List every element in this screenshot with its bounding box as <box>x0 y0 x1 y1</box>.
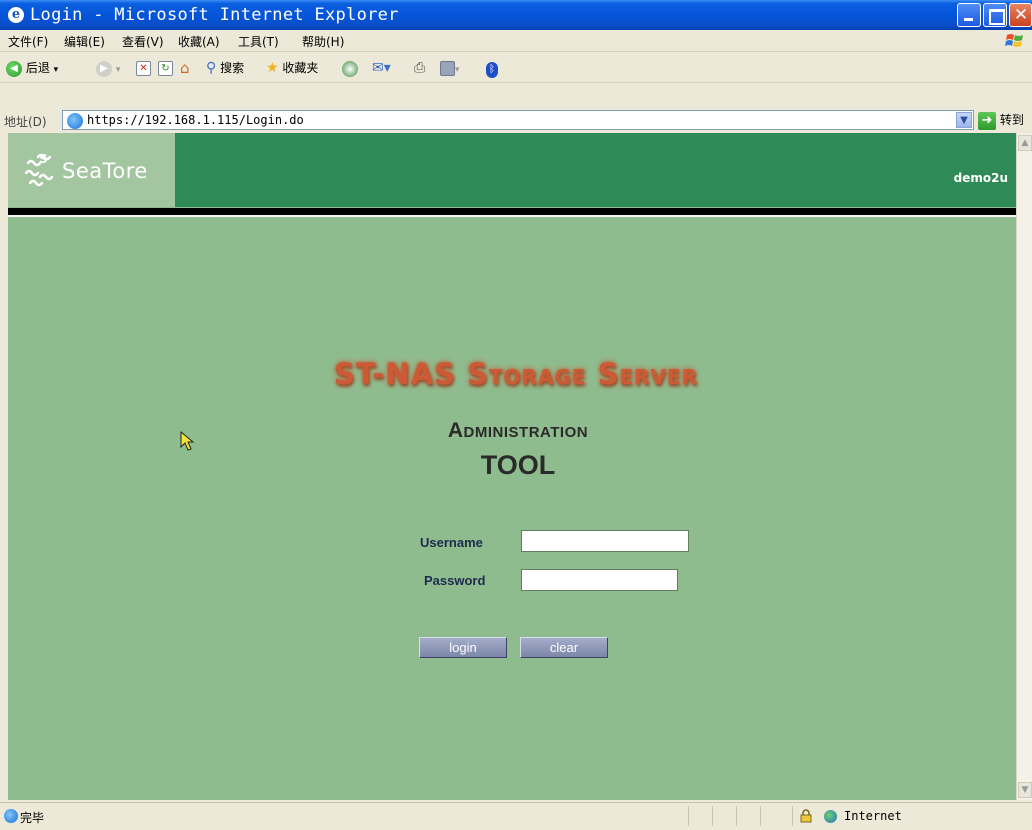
clear-button[interactable]: clear <box>520 637 608 658</box>
forward-dropdown-icon[interactable]: ▾ <box>116 65 121 75</box>
password-input[interactable] <box>521 569 678 591</box>
seatore-logo-icon: S <box>24 152 54 187</box>
password-label: Password <box>424 573 486 588</box>
status-divider <box>736 806 737 826</box>
logo-area: S SeaTore <box>8 133 175 207</box>
internet-zone-icon <box>824 810 837 823</box>
username-input[interactable] <box>521 530 689 552</box>
search-icon: ⚲ <box>206 60 217 76</box>
back-button[interactable]: ◀ 后退 ▾ <box>6 59 58 77</box>
address-label: 地址(D) <box>4 115 47 129</box>
search-button[interactable]: ⚲ 搜索 <box>206 59 244 77</box>
favorites-label: 收藏夹 <box>282 61 319 75</box>
address-url: https://192.168.1.115/Login.do <box>87 113 304 127</box>
menu-tools[interactable]: 工具(T) <box>238 33 279 50</box>
close-button[interactable]: ✕ <box>1009 3 1032 27</box>
home-button[interactable]: ⌂ <box>180 59 190 77</box>
print-icon: ⎙ <box>414 60 426 76</box>
windows-logo-icon <box>1005 34 1023 47</box>
back-dropdown-icon[interactable]: ▾ <box>54 65 59 75</box>
status-divider <box>760 806 761 826</box>
menu-bar: 文件(F) 编辑(E) 查看(V) 收藏(A) 工具(T) 帮助(H) <box>0 30 1032 52</box>
go-button[interactable]: ➜ 转到 <box>978 111 1024 130</box>
mail-button[interactable]: ✉▾ <box>372 59 391 77</box>
header-divider <box>8 208 1016 215</box>
host-label: demo2u <box>953 171 1008 185</box>
brand-name: SeaTore <box>62 159 148 183</box>
menu-file[interactable]: 文件(F) <box>8 33 48 50</box>
login-button[interactable]: login <box>419 637 507 658</box>
edit-button[interactable]: ▾ <box>440 59 460 77</box>
subtitle-tool: TOOL <box>480 450 556 480</box>
page-icon <box>67 113 83 129</box>
go-label: 转到 <box>999 113 1024 127</box>
stop-icon: ✕ <box>136 61 151 76</box>
back-arrow-icon: ◀ <box>6 60 22 77</box>
header-banner: S SeaTore demo2u <box>8 133 1016 207</box>
status-divider <box>792 806 793 826</box>
window-title-bar[interactable]: e Login - Microsoft Internet Explorer ✕ <box>0 0 1032 30</box>
address-bar: 地址(D) https://192.168.1.115/Login.do ▼ ➜… <box>0 108 1032 132</box>
bluetooth-button[interactable]: ᛒ <box>486 59 498 78</box>
secure-lock-icon[interactable] <box>800 809 812 823</box>
address-input[interactable]: https://192.168.1.115/Login.do ▼ <box>62 110 974 130</box>
home-icon: ⌂ <box>180 59 190 77</box>
header-divider-light <box>8 215 1016 217</box>
security-zone: Internet <box>844 809 902 823</box>
page-content: S SeaTore demo2u ST-NAS Storage Server A… <box>8 133 1016 800</box>
menu-help[interactable]: 帮助(H) <box>302 33 344 50</box>
scroll-down-icon[interactable]: ▼ <box>1018 782 1032 798</box>
menu-edit[interactable]: 编辑(E) <box>64 33 105 50</box>
status-page-icon <box>4 809 18 823</box>
status-divider <box>688 806 689 826</box>
ie-app-icon[interactable]: e <box>8 7 24 23</box>
close-icon: ✕ <box>1013 5 1029 25</box>
minimize-button[interactable] <box>957 3 981 27</box>
favorites-button[interactable]: ★ 收藏夹 <box>266 59 318 77</box>
edit-icon <box>440 61 455 76</box>
product-title: ST-NAS Storage Server <box>333 357 699 391</box>
print-button[interactable]: ⎙ <box>414 59 425 77</box>
search-label: 搜索 <box>220 61 245 75</box>
go-arrow-icon: ➜ <box>978 111 996 130</box>
status-divider <box>712 806 713 826</box>
svg-text:S: S <box>39 152 48 166</box>
refresh-icon: ↻ <box>158 61 173 76</box>
status-text: 完毕 <box>20 811 45 825</box>
refresh-button[interactable]: ↻ <box>158 59 173 77</box>
scroll-up-icon[interactable]: ▲ <box>1018 135 1032 151</box>
menu-view[interactable]: 查看(V) <box>122 33 164 50</box>
vertical-scrollbar[interactable]: ▲ ▼ <box>1016 133 1032 800</box>
history-icon <box>342 60 358 77</box>
menu-favorites[interactable]: 收藏(A) <box>178 33 220 50</box>
mail-icon: ✉▾ <box>372 60 391 76</box>
stop-button[interactable]: ✕ <box>136 59 151 77</box>
forward-button[interactable]: ▶ ▾ <box>96 59 120 77</box>
standard-toolbar: ◀ 后退 ▾ ▶ ▾ ✕ ↻ ⌂ ⚲ 搜索 ★ 收藏夹 ✉▾ ⎙ ▾ ᛒ <box>0 53 1032 83</box>
window-title: Login - Microsoft Internet Explorer <box>30 5 399 25</box>
maximize-button[interactable] <box>983 3 1007 27</box>
username-label: Username <box>420 535 483 550</box>
mouse-pointer-icon <box>180 431 195 451</box>
subtitle-administration: Administration <box>447 419 589 442</box>
forward-arrow-icon: ▶ <box>96 60 112 77</box>
history-button[interactable] <box>342 59 358 77</box>
back-label: 后退 <box>25 61 50 75</box>
bluetooth-icon: ᛒ <box>486 62 498 78</box>
address-dropdown-icon[interactable]: ▼ <box>956 112 972 128</box>
status-bar: 完毕 Internet <box>0 802 1032 830</box>
star-icon: ★ <box>266 60 279 76</box>
